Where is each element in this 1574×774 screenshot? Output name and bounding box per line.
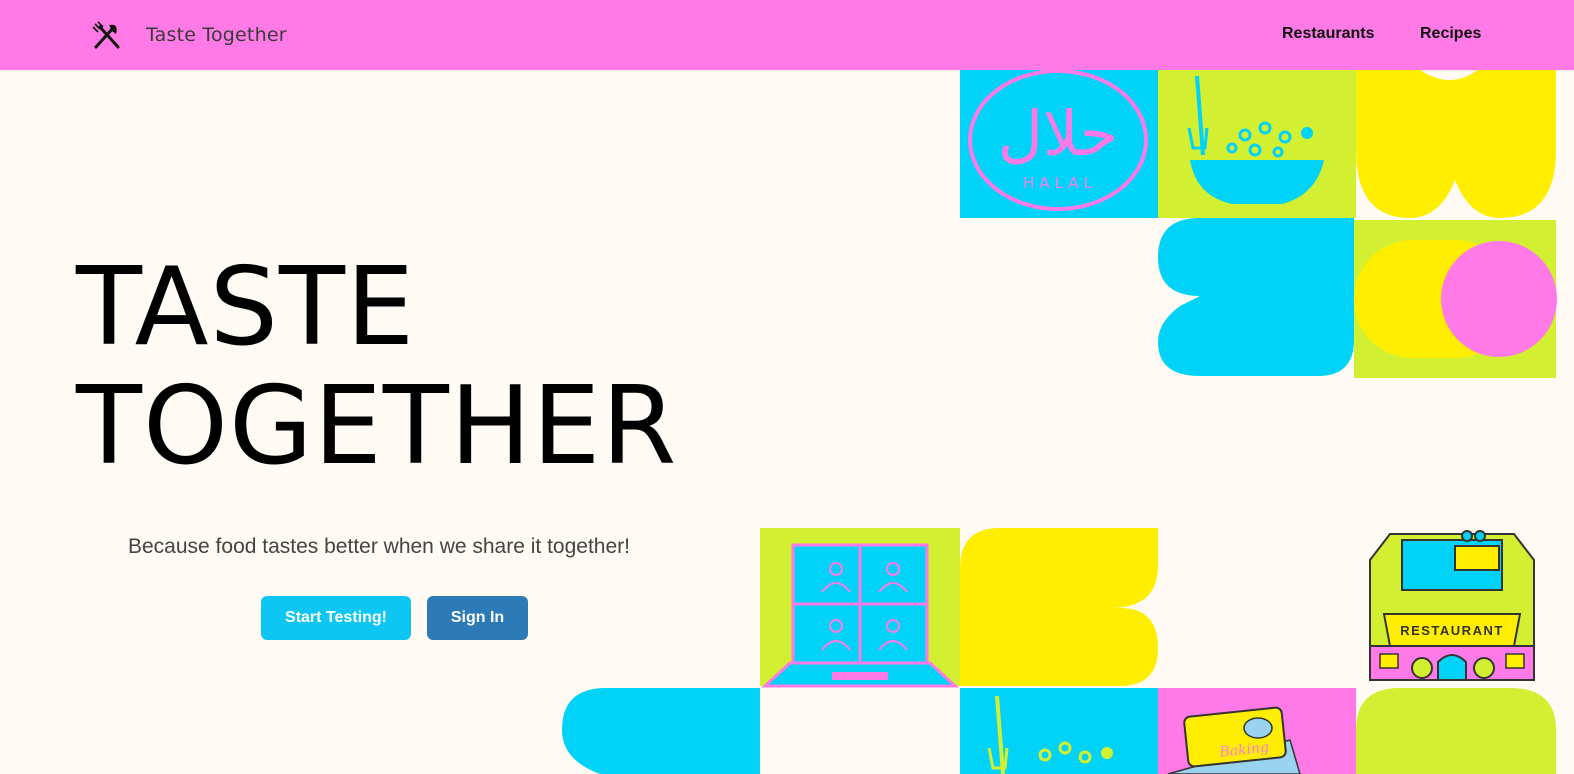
lime-pill-shape <box>1356 688 1556 774</box>
baking-book-tile: Baking <box>1158 688 1356 774</box>
nav-link-recipes[interactable]: Recipes <box>1420 25 1481 43</box>
restaurant-building-tile: RESTAURANT <box>1369 530 1535 681</box>
video-call-laptop-tile <box>760 528 960 688</box>
yellow-arch-shape <box>1356 70 1556 218</box>
hero-title-line-2: TOGETHER <box>76 364 678 489</box>
hero-tagline: Because food tastes better when we share… <box>128 535 630 558</box>
pill-circle-tile <box>1354 220 1557 378</box>
hero-title: TASTE TOGETHER <box>76 248 677 486</box>
sign-in-button[interactable]: Sign In <box>427 596 528 640</box>
fork-knife-icon[interactable] <box>92 21 122 51</box>
nav-link-restaurants[interactable]: Restaurants <box>1282 25 1374 43</box>
navbar: Taste Together Restaurants Recipes <box>0 0 1574 70</box>
bowl-tile <box>1158 70 1356 218</box>
baking-book-title: Baking <box>1218 740 1270 761</box>
cyan-z-shape <box>1158 218 1354 376</box>
halal-arabic-text: حلال <box>998 97 1118 170</box>
halal-tile: حلال HALAL <box>960 69 1158 218</box>
brand-name[interactable]: Taste Together <box>146 24 287 46</box>
hero-title-line-1: TASTE <box>76 245 416 370</box>
yellow-z-shape <box>960 528 1158 686</box>
start-testing-button[interactable]: Start Testing! <box>261 596 411 640</box>
cyan-pill-shape <box>562 688 760 774</box>
restaurant-sign-text: RESTAURANT <box>1400 623 1504 638</box>
halal-latin-text: HALAL <box>1023 174 1097 192</box>
bowl-tile-bottom <box>960 688 1158 774</box>
